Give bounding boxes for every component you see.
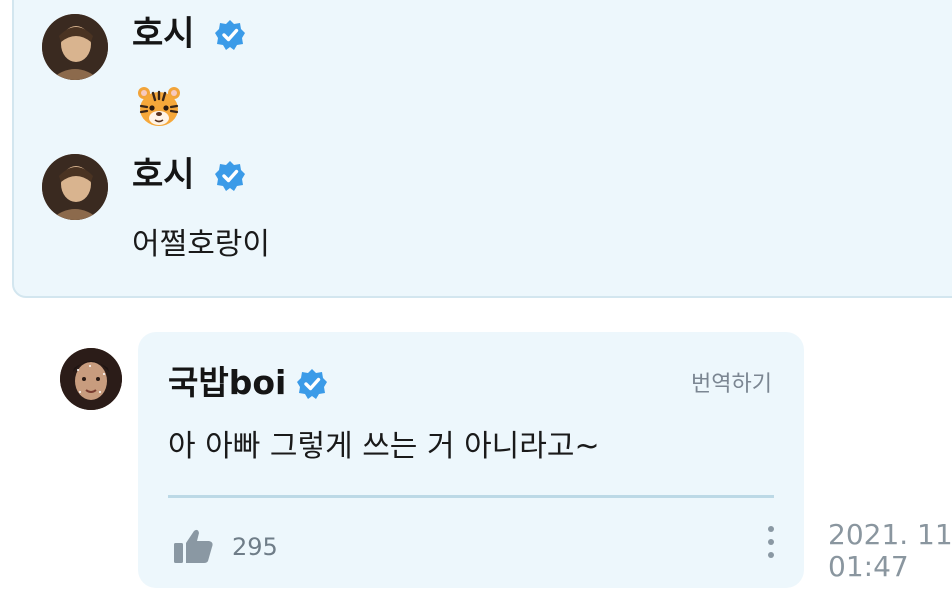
like-count: 295 bbox=[232, 533, 278, 561]
reply-text: 아 아빠 그렇게 쓰는 거 아니라고~ bbox=[168, 429, 600, 464]
avatar[interactable] bbox=[42, 154, 108, 220]
avatar[interactable] bbox=[42, 14, 108, 80]
avatar[interactable] bbox=[60, 348, 122, 410]
thumbs-up-icon bbox=[174, 529, 213, 563]
verified-badge-icon bbox=[214, 160, 246, 192]
timestamp-time: 01:47 bbox=[828, 550, 909, 584]
comment-author-name[interactable]: 호시 bbox=[132, 17, 195, 51]
reply-author-name[interactable]: 국밥boi bbox=[168, 366, 286, 399]
reply-card: 국밥boi 번역하기 아 아빠 그렇게 쓰는 거 아니라고~ 295 bbox=[138, 332, 804, 588]
verified-badge-icon bbox=[214, 19, 246, 51]
tiger-emoji-icon bbox=[136, 84, 182, 130]
like-button[interactable] bbox=[174, 528, 214, 564]
profile-photo-icon bbox=[42, 14, 108, 80]
divider bbox=[168, 495, 774, 498]
timestamp: 2021. 11. 01:47 bbox=[828, 518, 952, 584]
verified-badge-icon bbox=[296, 368, 328, 400]
comment-author-name[interactable]: 호시 bbox=[132, 158, 195, 192]
more-options-icon[interactable] bbox=[766, 526, 776, 560]
profile-photo-icon bbox=[42, 154, 108, 220]
timestamp-date: 2021. 11. bbox=[828, 518, 952, 551]
translate-button[interactable]: 번역하기 bbox=[691, 366, 772, 398]
profile-photo-icon bbox=[60, 348, 122, 410]
comment-text: 어쩔호랑이 bbox=[132, 227, 270, 262]
